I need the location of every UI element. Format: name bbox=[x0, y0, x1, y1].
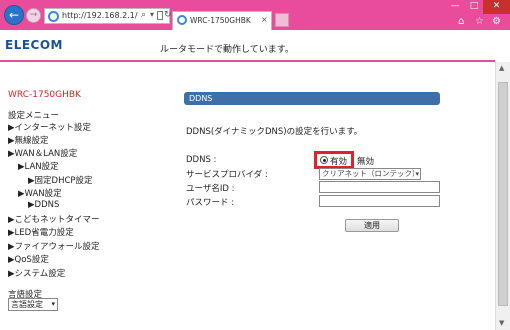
tab-close-icon[interactable]: × bbox=[261, 15, 268, 24]
chevron-down-icon: ▾ bbox=[414, 169, 419, 179]
favorites-icon[interactable]: ☆ bbox=[475, 16, 484, 27]
tab-title: WRC-1750GHBK bbox=[190, 16, 251, 25]
sidebar-item-ddns[interactable]: ▶DDNS bbox=[28, 200, 59, 210]
maximize-button[interactable]: □ bbox=[465, 0, 483, 14]
ddns-description: DDNS(ダイナミックDNS)の設定を行います。 bbox=[186, 127, 363, 137]
sidebar-item-static-dhcp[interactable]: ▶固定DHCP設定 bbox=[28, 174, 93, 186]
sidebar-item-firewall[interactable]: ▶ファイアウォール設定 bbox=[8, 240, 100, 252]
new-tab-button[interactable] bbox=[275, 13, 289, 27]
scroll-up-icon[interactable]: ▲ bbox=[499, 64, 504, 72]
mode-status-text: ルータモードで動作しています。 bbox=[160, 45, 294, 55]
sidebar-item-wan[interactable]: ▶WAN設定 bbox=[18, 187, 62, 199]
sidebar-item-system[interactable]: ▶システム設定 bbox=[8, 267, 65, 279]
address-dropdown-icon[interactable]: ▾ bbox=[150, 10, 154, 19]
forward-button[interactable]: → bbox=[26, 8, 41, 23]
sidebar-item-internet[interactable]: ▶インターネット設定 bbox=[8, 121, 91, 133]
minimize-button[interactable]: — bbox=[445, 0, 465, 14]
gear-icon[interactable]: ⚙ bbox=[492, 16, 501, 27]
address-bar[interactable]: http://192.168.2.1/ ⌕ ▾ ↻ bbox=[44, 8, 172, 24]
page-header: ELECOM ルータモードで動作しています。 bbox=[0, 30, 510, 60]
url-text: http://192.168.2.1/ bbox=[62, 11, 138, 20]
sidebar-item-wan-lan[interactable]: ▶WAN＆LAN設定 bbox=[8, 147, 77, 159]
radio-enabled-label: 有効 bbox=[330, 157, 348, 167]
browser-chrome: ← → http://192.168.2.1/ ⌕ ▾ ↻ WRC-1750GH… bbox=[0, 0, 510, 30]
search-icon[interactable]: ⌕ bbox=[141, 10, 146, 20]
page-scrollbar[interactable]: ▲ ▼ bbox=[495, 62, 510, 330]
provider-select[interactable]: クリアネット（ロンテック） ▾ bbox=[319, 168, 421, 180]
model-name: WRC-1750GHBK bbox=[8, 90, 81, 100]
username-label: ユーザ名ID : bbox=[186, 184, 235, 194]
sidebar-item-qos[interactable]: ▶QoS設定 bbox=[8, 253, 49, 265]
home-icon[interactable]: ⌂ bbox=[458, 16, 464, 27]
scroll-thumb[interactable] bbox=[498, 82, 508, 306]
ie-tab-icon bbox=[177, 15, 187, 25]
sidebar-item-kids-timer[interactable]: ▶こどもネットタイマー bbox=[8, 213, 100, 225]
section-title-bar: DDNS bbox=[184, 92, 440, 105]
back-button[interactable]: ← bbox=[4, 5, 24, 25]
radio-disabled-label[interactable]: 無効 bbox=[357, 155, 374, 167]
settings-menu-title: 設定メニュー bbox=[8, 111, 60, 121]
ie-icon bbox=[48, 11, 59, 22]
ddns-label: DDNS : bbox=[186, 155, 217, 165]
compatibility-view-icon[interactable] bbox=[157, 11, 163, 20]
sidebar-item-wireless[interactable]: ▶無線設定 bbox=[8, 134, 49, 146]
reload-icon[interactable]: ↻ bbox=[164, 10, 172, 20]
apply-button[interactable]: 適用 bbox=[345, 219, 399, 232]
radio-ddns-enabled[interactable] bbox=[320, 156, 328, 164]
header-divider bbox=[0, 60, 495, 62]
username-input[interactable] bbox=[319, 181, 440, 193]
scroll-down-icon[interactable]: ▼ bbox=[499, 319, 504, 327]
language-select[interactable]: 言語設定 ▾ bbox=[8, 298, 58, 311]
provider-select-value: クリアネット（ロンテック） bbox=[322, 169, 420, 178]
elecom-logo: ELECOM bbox=[5, 38, 63, 52]
chevron-down-icon: ▾ bbox=[51, 300, 55, 308]
sidebar-item-led-power[interactable]: ▶LED省電力設定 bbox=[8, 226, 74, 238]
password-input[interactable] bbox=[319, 195, 440, 207]
provider-label: サービスプロバイダ : bbox=[186, 170, 268, 180]
language-select-value: 言語設定 bbox=[11, 300, 43, 309]
browser-tab[interactable]: WRC-1750GHBK × bbox=[172, 11, 272, 30]
sidebar-item-lan[interactable]: ▶LAN設定 bbox=[18, 160, 59, 172]
close-window-button[interactable]: ✕ bbox=[483, 0, 510, 14]
password-label: パスワード : bbox=[186, 198, 235, 208]
